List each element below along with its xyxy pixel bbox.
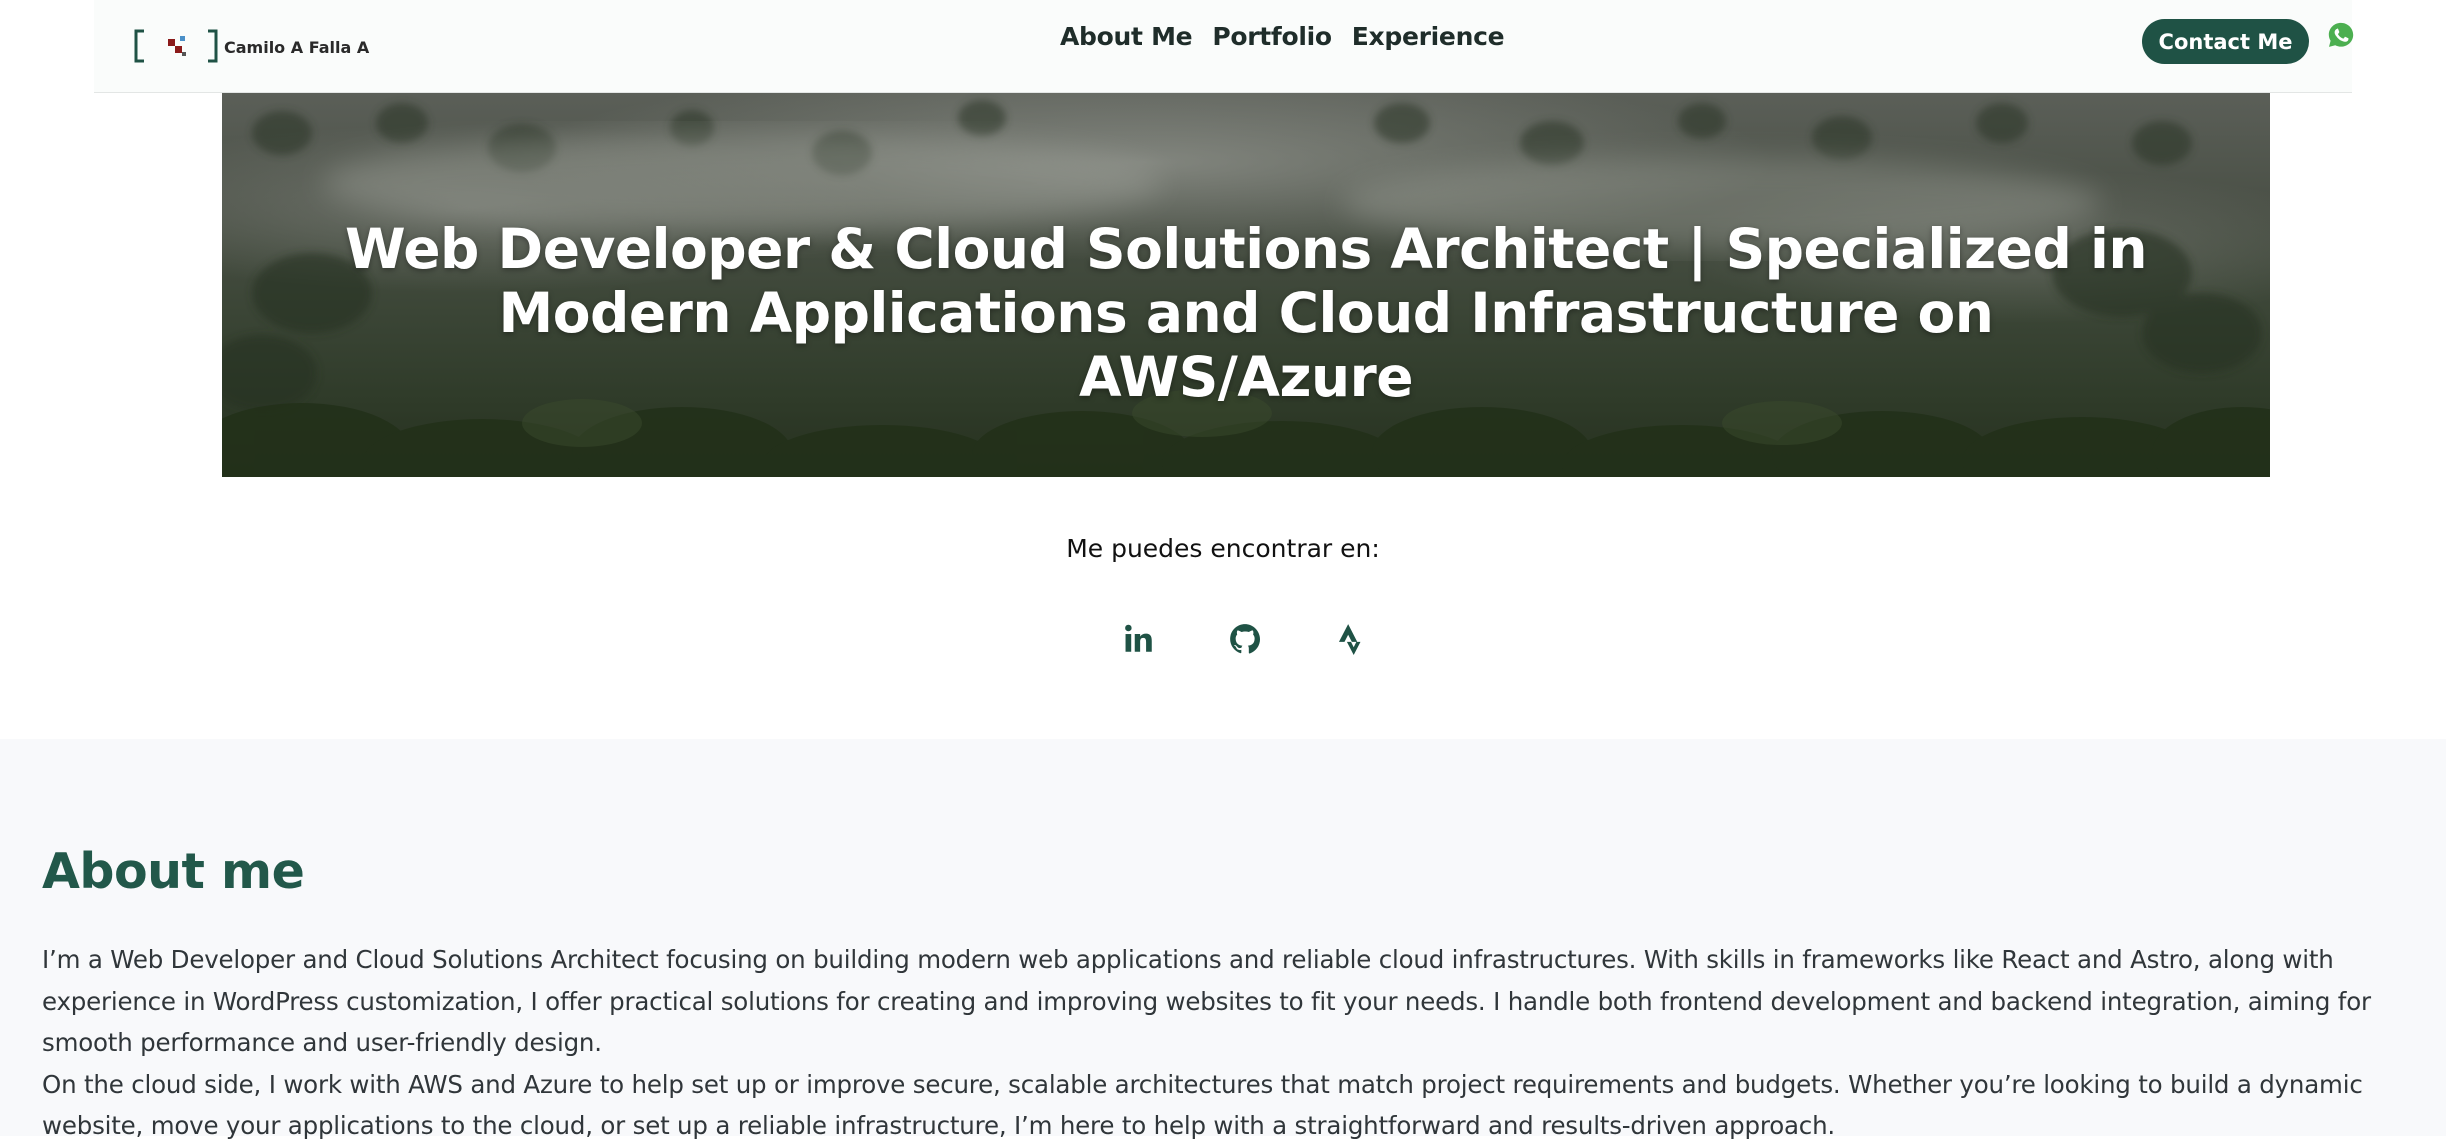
linkedin-icon [1125, 624, 1152, 652]
nav-experience[interactable]: Experience [1352, 22, 1505, 51]
about-paragraph-1: I’m a Web Developer and Cloud Solutions … [42, 945, 2371, 1057]
github-link[interactable] [1226, 620, 1264, 658]
main-nav: About Me Portfolio Experience [1060, 22, 1505, 51]
social-links [1120, 620, 1370, 658]
brand-name: Camilo A Falla A [224, 37, 370, 57]
nav-portfolio[interactable]: Portfolio [1212, 22, 1332, 51]
site-header: Camilo A Falla A About Me Portfolio Expe… [94, 0, 2354, 93]
about-title: About me [42, 843, 305, 900]
logo-mark-icon [134, 29, 218, 63]
whatsapp-icon[interactable] [2326, 20, 2356, 50]
nav-about-me[interactable]: About Me [1060, 22, 1193, 51]
strava-link[interactable] [1332, 620, 1370, 658]
strava-icon [1338, 624, 1361, 656]
brand-logo[interactable]: Camilo A Falla A [134, 28, 369, 64]
contact-me-button[interactable]: Contact Me [2142, 19, 2309, 64]
hero-title: Web Developer & Cloud Solutions Architec… [345, 217, 2147, 409]
find-me-label: Me puedes encontrar en: [1066, 534, 1380, 563]
about-text: I’m a Web Developer and Cloud Solutions … [42, 939, 2422, 1147]
about-section: About me I’m a Web Developer and Cloud S… [0, 739, 2446, 1140]
github-icon [1230, 624, 1261, 654]
linkedin-link[interactable] [1120, 620, 1158, 658]
hero-banner: Web Developer & Cloud Solutions Architec… [222, 93, 2270, 477]
about-paragraph-2: On the cloud side, I work with AWS and A… [42, 1069, 2363, 1141]
